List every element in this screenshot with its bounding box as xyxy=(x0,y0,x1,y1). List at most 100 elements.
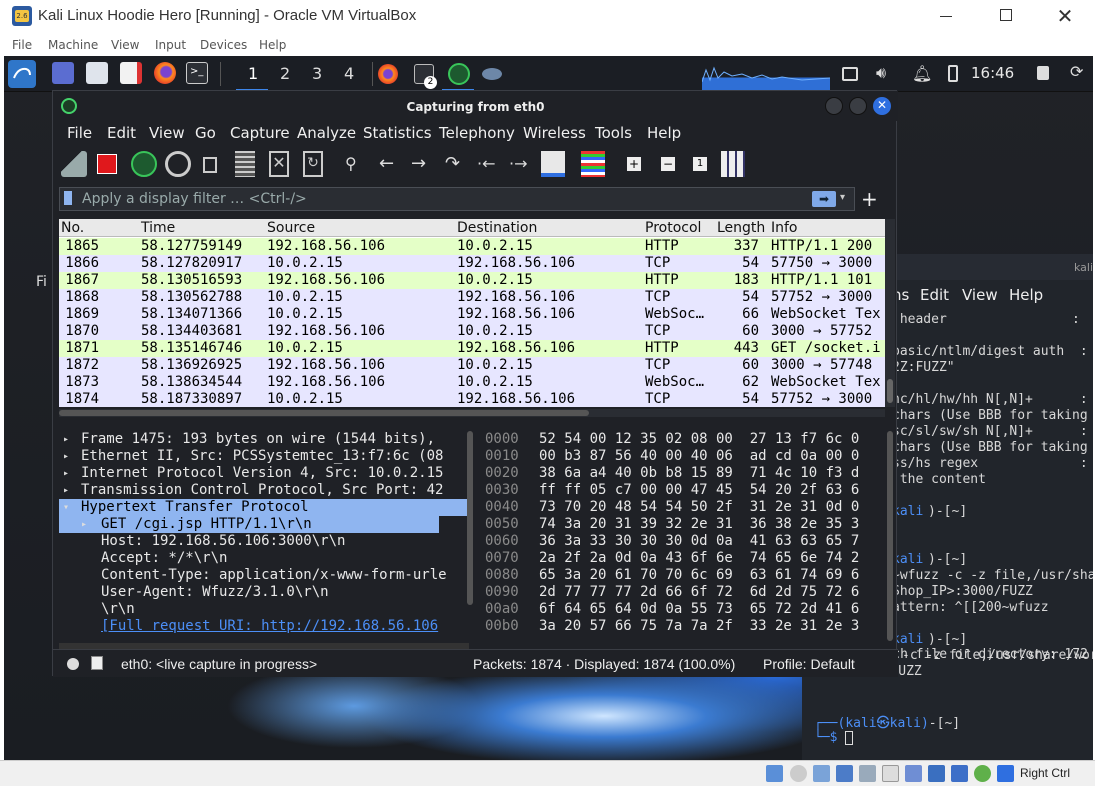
first-packet-icon[interactable]: ·← xyxy=(477,151,503,177)
bytes-line[interactable]: 0020 38 6a a4 40 0b b8 15 89 71 4c 10 f3 … xyxy=(477,465,893,482)
workspace-3[interactable]: 3 xyxy=(312,64,322,83)
wireshark-maximize-button[interactable] xyxy=(849,97,867,115)
wireshark-close-button[interactable]: ✕ xyxy=(873,97,891,115)
col-source[interactable]: Source xyxy=(267,220,315,236)
bytes-scrollbar[interactable] xyxy=(887,431,893,641)
host-menu-machine[interactable]: Machine xyxy=(48,38,98,52)
workspace-4[interactable]: 4 xyxy=(344,64,354,83)
battery-icon[interactable] xyxy=(948,65,958,82)
firefox-task-icon[interactable] xyxy=(378,64,398,84)
host-menu-view[interactable]: View xyxy=(111,38,139,52)
close-file-icon[interactable]: ✕ xyxy=(269,151,289,177)
packet-list-hscroll[interactable] xyxy=(59,409,885,417)
display-icon[interactable] xyxy=(842,67,858,81)
packet-row[interactable]: 1866 58.127820917 10.0.2.15 192.168.56.106 T… xyxy=(59,255,885,272)
bytes-line[interactable]: 0080 65 3a 20 61 70 70 6c 69 63 61 74 69 … xyxy=(477,567,893,584)
guest-additions-icon[interactable] xyxy=(974,765,991,782)
start-capture-icon[interactable] xyxy=(61,151,87,177)
expand-arrow-icon[interactable]: ▸ xyxy=(63,468,69,479)
file-manager-icon[interactable] xyxy=(86,62,108,84)
detail-line[interactable]: ▸ Internet Protocol Version 4, Src: 10.0.… xyxy=(59,465,470,482)
notifications-icon[interactable]: 🔔︎ xyxy=(912,64,932,83)
reload-file-icon[interactable]: ↻ xyxy=(303,151,323,177)
menu-wireless[interactable]: Wireless xyxy=(523,124,586,142)
optical-drive-icon[interactable] xyxy=(790,765,807,782)
menu-view[interactable]: View xyxy=(149,124,185,142)
apply-filter-icon[interactable]: ➡ xyxy=(812,191,836,207)
hard-disk-icon[interactable] xyxy=(766,765,783,782)
lock-screen-icon[interactable] xyxy=(1037,66,1049,80)
stop-capture-icon[interactable] xyxy=(97,154,117,174)
packet-row[interactable]: 1874 58.187330897 10.0.2.15 192.168.56.106 T… xyxy=(59,391,885,407)
detail-line[interactable]: ▸ Transmission Control Protocol, Src Port… xyxy=(59,482,470,499)
terminal-icon[interactable]: >_ xyxy=(186,62,208,84)
firefox-icon[interactable] xyxy=(154,62,176,84)
mouse-integration-icon[interactable] xyxy=(997,765,1014,782)
app-task-icon[interactable] xyxy=(482,68,502,80)
col-protocol[interactable]: Protocol xyxy=(645,220,701,236)
packet-row[interactable]: 1871 58.135146746 10.0.2.15 192.168.56.106 H… xyxy=(59,340,885,357)
filter-dropdown-icon[interactable]: ▾ xyxy=(840,192,845,203)
maximize-button[interactable] xyxy=(995,0,1041,32)
menu-tools[interactable]: Tools xyxy=(595,124,632,142)
bytes-line[interactable]: 00b0 3a 20 57 66 75 7a 7a 2f 33 2e 31 2e … xyxy=(477,618,893,635)
usb-icon[interactable] xyxy=(859,765,876,782)
status-profile[interactable]: Profile: Default xyxy=(763,656,855,672)
detail-line[interactable]: [Full request URI: http://192.168.56.106 xyxy=(59,618,470,635)
go-back-icon[interactable]: ← xyxy=(379,151,405,177)
bytes-line[interactable]: 0050 74 3a 20 31 39 32 2e 31 36 38 2e 35 … xyxy=(477,516,893,533)
host-menu-devices[interactable]: Devices xyxy=(200,38,247,52)
go-forward-icon[interactable]: → xyxy=(411,151,437,177)
packet-list-scrollbar[interactable] xyxy=(885,219,895,407)
bytes-line[interactable]: 0060 36 3a 33 30 30 30 0d 0a 41 63 63 65 … xyxy=(477,533,893,550)
host-menu-input[interactable]: Input xyxy=(155,38,186,52)
resize-columns-icon[interactable] xyxy=(721,151,745,177)
bytes-line[interactable]: 0090 2d 77 77 77 2d 66 6f 72 6d 2d 75 72 … xyxy=(477,584,893,601)
host-menu-help[interactable]: Help xyxy=(259,38,286,52)
go-to-packet-icon[interactable]: ↷ xyxy=(445,151,471,177)
terminal-final-prompt[interactable]: ┌──(kali㉿kali)-[~] └─$ xyxy=(814,712,1089,748)
bookmark-icon[interactable] xyxy=(64,191,72,205)
menu-file[interactable]: File xyxy=(67,124,92,142)
zoom-in-icon[interactable]: + xyxy=(627,157,641,171)
expand-arrow-icon[interactable]: ▾ xyxy=(63,502,69,513)
col-no[interactable]: No. xyxy=(61,220,84,236)
capture-comment-icon[interactable] xyxy=(91,656,103,670)
volume-icon[interactable]: 🔊︎ xyxy=(876,63,886,83)
kali-menu-icon[interactable] xyxy=(8,60,36,88)
workspace-1[interactable]: 1 xyxy=(248,64,258,83)
detail-line[interactable]: Host: 192.168.56.106:3000\r\n xyxy=(59,533,470,550)
zoom-out-icon[interactable]: − xyxy=(661,157,675,171)
bytes-line[interactable]: 0000 52 54 00 12 35 02 08 00 27 13 f7 6c … xyxy=(477,431,893,448)
restart-capture-icon[interactable] xyxy=(131,151,157,177)
bytes-line[interactable]: 0040 73 70 20 48 54 54 50 2f 31 2e 31 0d … xyxy=(477,499,893,516)
workspace-overview-icon[interactable] xyxy=(52,62,74,84)
expand-arrow-icon[interactable]: ▸ xyxy=(63,434,69,445)
autoscroll-icon[interactable] xyxy=(541,151,565,177)
last-packet-icon[interactable]: ·→ xyxy=(509,151,535,177)
expand-arrow-icon[interactable]: ▸ xyxy=(63,451,69,462)
expand-arrow-icon[interactable]: ▸ xyxy=(63,485,69,496)
save-file-icon[interactable] xyxy=(235,151,255,177)
menu-go[interactable]: Go xyxy=(195,124,216,142)
col-destination[interactable]: Destination xyxy=(457,220,537,236)
workspace-2[interactable]: 2 xyxy=(280,64,290,83)
detail-line[interactable]: ▸ Ethernet II, Src: PCSSystemtec_13:f7:6c… xyxy=(59,448,470,465)
menu-edit[interactable]: Edit xyxy=(107,124,136,142)
power-icon[interactable]: ⟳ xyxy=(1070,62,1083,81)
col-info[interactable]: Info xyxy=(771,220,798,236)
menu-capture[interactable]: Capture xyxy=(230,124,290,142)
packet-row[interactable]: 1873 58.138634544 192.168.56.106 10.0.2.15 W… xyxy=(59,374,885,391)
details-scrollbar[interactable] xyxy=(467,431,473,605)
detail-line[interactable]: ▸ GET /cgi.jsp HTTP/1.1\r\n xyxy=(59,516,439,533)
wireshark-task-icon[interactable] xyxy=(448,63,470,85)
colorize-icon[interactable] xyxy=(581,151,605,177)
packet-row[interactable]: 1872 58.136926925 192.168.56.106 10.0.2.15 T… xyxy=(59,357,885,374)
wireshark-minimize-button[interactable] xyxy=(825,97,843,115)
expand-arrow-icon[interactable]: ▸ xyxy=(81,519,87,530)
display-filter-input[interactable] xyxy=(82,190,782,208)
packet-row[interactable]: 1865 58.127759149 192.168.56.106 10.0.2.15 H… xyxy=(59,238,885,255)
vt-x-icon[interactable] xyxy=(951,765,968,782)
packet-row[interactable]: 1870 58.134403681 192.168.56.106 10.0.2.15 T… xyxy=(59,323,885,340)
packet-row[interactable]: 1869 58.134071366 10.0.2.15 192.168.56.106 W… xyxy=(59,306,885,323)
